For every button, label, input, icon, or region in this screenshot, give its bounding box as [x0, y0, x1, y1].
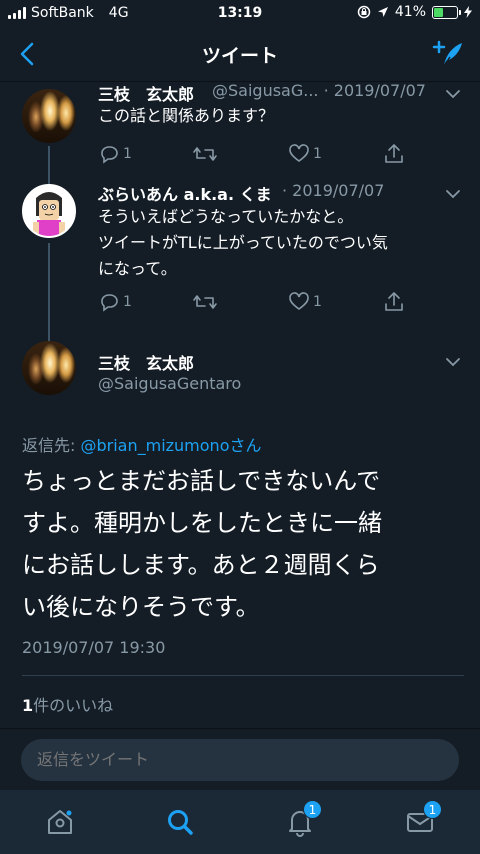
tab-messages[interactable]: 1 [402, 800, 442, 840]
battery-icon [432, 5, 461, 19]
main-tweet-text-line: い後になりそうです。 [22, 593, 260, 621]
like-button[interactable]: 1 [288, 291, 322, 313]
reply-bar [0, 728, 480, 790]
thread-line [48, 146, 50, 184]
share-icon [385, 144, 403, 163]
thread-line [48, 243, 50, 341]
tweet-author-name[interactable]: ぶらいあん a.k.a. くま [98, 181, 272, 205]
home-icon [48, 810, 72, 834]
reply-button[interactable]: 1 [98, 291, 132, 313]
reply-to-handle[interactable]: @brian_mizumono [80, 436, 229, 455]
avatar[interactable] [22, 89, 76, 143]
reply-to-suffix: さん [229, 436, 262, 455]
retweet-icon [193, 147, 217, 161]
avatar[interactable] [22, 184, 76, 238]
tweet-text: そういえばどうなっていたかなと。 ツイートがTLに上がっていたのでつい気 になっ… [98, 204, 468, 282]
compose-tweet-icon [432, 40, 462, 67]
reply-to-line: 返信先: @brian_mizumonoさん [22, 432, 262, 456]
tweet-text-line: ツイートがTLに上がっていたのでつい気 [98, 233, 388, 252]
reply-input[interactable] [21, 739, 459, 781]
share-button[interactable] [383, 291, 405, 313]
notifications-badge: 1 [303, 800, 322, 819]
tweet-text-line: この話と関係あります？ [98, 106, 275, 125]
retweet-button[interactable] [192, 143, 218, 165]
tab-search[interactable] [162, 804, 198, 840]
tab-notifications[interactable]: 1 [282, 800, 322, 840]
reply-icon [101, 146, 118, 164]
chevron-down-icon[interactable] [444, 87, 462, 101]
battery-percent: 41% [394, 4, 426, 20]
main-tweet-author-name[interactable]: 三枝 玄太郎 [98, 350, 194, 374]
tweet-text: この話と関係あります？ [98, 103, 458, 129]
reply-count: 1 [123, 146, 132, 162]
likes-summary[interactable]: 1件のいいね [22, 692, 113, 716]
like-count: 1 [313, 294, 322, 310]
charging-icon [464, 6, 472, 18]
retweet-button[interactable] [192, 291, 218, 313]
nav-bar: ツイート [0, 28, 480, 82]
main-tweet-handle: @SaigusaGentaro [98, 374, 242, 393]
avatar[interactable] [22, 341, 76, 395]
main-tweet-text-line: にお話しします。あと２週間くら [22, 551, 380, 579]
reply-button[interactable]: 1 [98, 143, 132, 165]
status-bar: SoftBank 4G 13:19 41% [0, 0, 480, 28]
share-icon [385, 292, 403, 311]
page-title: ツイート [201, 45, 278, 67]
retweet-icon [193, 295, 217, 309]
tweet-timestamp: 2019/07/07 19:30 [22, 638, 166, 657]
main-tweet-text-line: ちょっとまだお話しできないんで [22, 467, 381, 495]
like-button[interactable]: 1 [288, 143, 322, 165]
cartoon-avatar-image [24, 186, 74, 236]
status-right: 41% [357, 4, 472, 20]
tweet-text-line: そういえばどうなっていたかなと。 [98, 207, 354, 226]
tweet-author-name[interactable]: 三枝 玄太郎 [98, 81, 194, 105]
heart-icon [289, 144, 309, 162]
tweet-text-line: になって。 [98, 259, 177, 278]
like-count: 1 [313, 146, 322, 162]
likes-label: 件のいいね [33, 696, 114, 715]
share-button[interactable] [383, 143, 405, 165]
likes-count: 1 [22, 696, 34, 715]
chevron-down-icon[interactable] [444, 355, 462, 369]
tweet-handle-date: @SaigusaG... · 2019/07/07 [212, 81, 426, 100]
main-tweet-text: ちょっとまだお話しできないんで すよ。種明かしをしたときに一緒 にお話しします。… [22, 460, 462, 628]
tweet-handle-date: · 2019/07/07 [282, 181, 385, 200]
tab-bar: 1 1 [0, 790, 480, 854]
location-icon [377, 7, 388, 17]
reply-to-prefix: 返信先: [22, 436, 81, 455]
tab-home[interactable] [42, 804, 78, 840]
messages-badge: 1 [423, 800, 442, 819]
main-tweet-text-line: すよ。種明かしをしたときに一緒 [22, 509, 382, 537]
reply-icon [101, 294, 118, 312]
rotation-lock-icon [357, 5, 371, 19]
chevron-down-icon[interactable] [444, 187, 462, 201]
heart-icon [289, 292, 309, 310]
reply-count: 1 [123, 294, 132, 310]
divider [22, 675, 464, 676]
compose-button[interactable] [430, 36, 466, 72]
search-icon [168, 810, 193, 835]
